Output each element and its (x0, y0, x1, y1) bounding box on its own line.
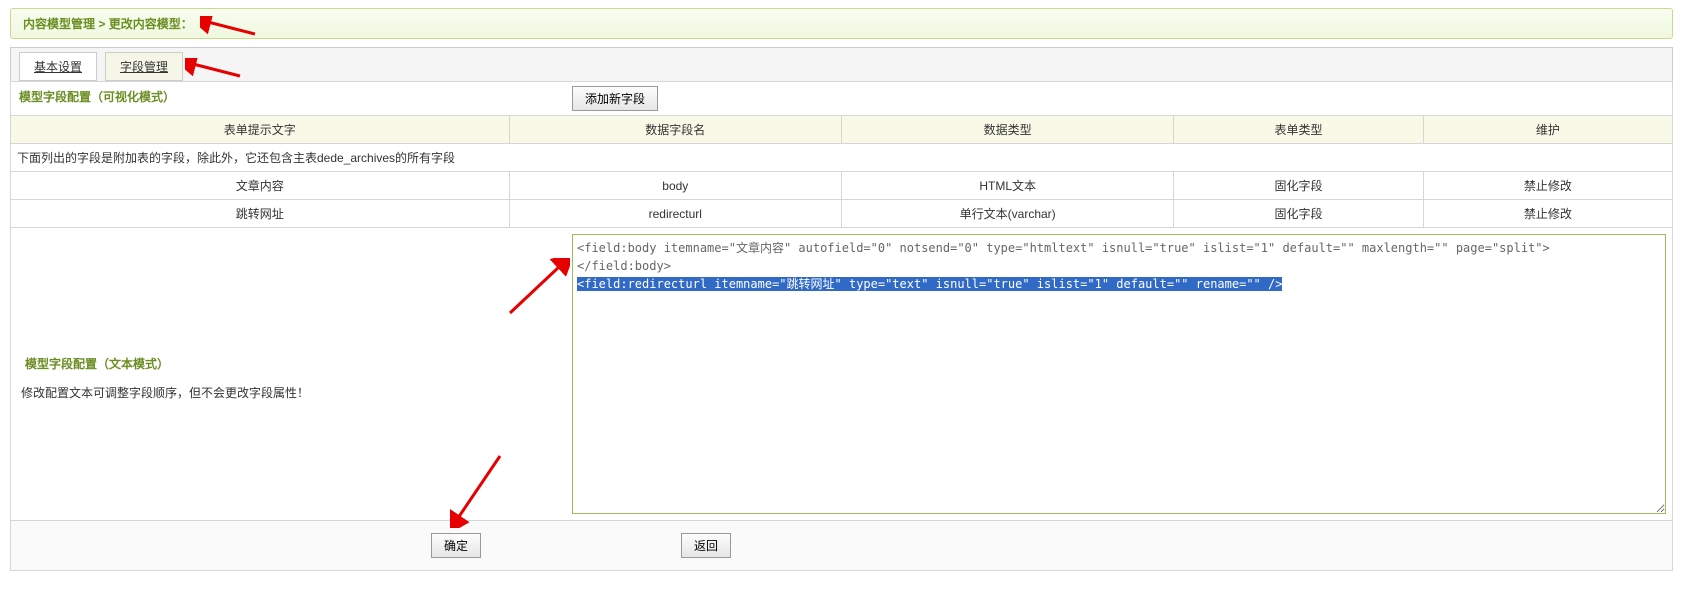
col-datatype: 数据类型 (841, 116, 1173, 144)
table-note: 下面列出的字段是附加表的字段，除此外，它还包含主表dede_archives的所… (11, 144, 1673, 172)
selected-code-line: <field:redirecturl itemname="跳转网址" type=… (577, 277, 1282, 291)
ok-button[interactable]: 确定 (431, 533, 481, 558)
col-maintain: 维护 (1423, 116, 1672, 144)
fields-table: 表单提示文字 数据字段名 数据类型 表单类型 维护 下面列出的字段是附加表的字段… (10, 115, 1673, 228)
table-row: 文章内容 body HTML文本 固化字段 禁止修改 (11, 172, 1673, 200)
breadcrumb-part2: 更改内容模型： (109, 17, 193, 31)
col-formtype: 表单类型 (1174, 116, 1423, 144)
text-mode-desc: 修改配置文本可调整字段顺序，但不会更改字段属性！ (21, 384, 556, 401)
add-field-button[interactable]: 添加新字段 (572, 86, 658, 111)
visual-mode-title: 模型字段配置（可视化模式） (15, 82, 179, 112)
tab-basic-settings[interactable]: 基本设置 (19, 52, 97, 81)
tabs: 基本设置 字段管理 (10, 47, 1673, 81)
table-row: 跳转网址 redirecturl 单行文本(varchar) 固化字段 禁止修改 (11, 200, 1673, 228)
col-field: 数据字段名 (509, 116, 841, 144)
back-button[interactable]: 返回 (681, 533, 731, 558)
table-note-row: 下面列出的字段是附加表的字段，除此外，它还包含主表dede_archives的所… (11, 144, 1673, 172)
field-config-textarea[interactable]: <field:body itemname="文章内容" autofield="0… (572, 234, 1666, 514)
tab-field-management[interactable]: 字段管理 (105, 52, 183, 81)
col-prompt: 表单提示文字 (11, 116, 510, 144)
breadcrumb-part1[interactable]: 内容模型管理 (23, 17, 95, 31)
text-mode-title: 模型字段配置（文本模式） (21, 347, 556, 380)
breadcrumb: 内容模型管理 > 更改内容模型： (10, 8, 1673, 39)
